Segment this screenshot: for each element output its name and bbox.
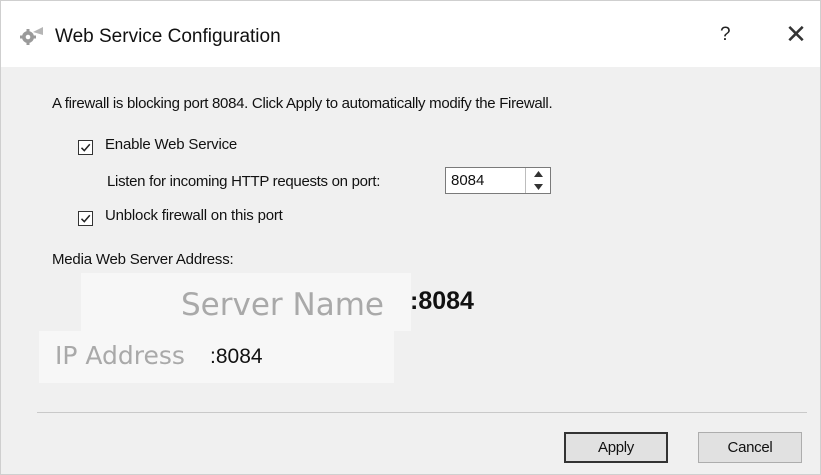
checkmark-icon bbox=[80, 214, 91, 223]
server-name-placeholder: Server Name bbox=[181, 287, 384, 323]
port-label: Listen for incoming HTTP requests on por… bbox=[107, 173, 381, 190]
arrow-up-icon bbox=[533, 171, 543, 177]
ip-address-placeholder: IP Address bbox=[55, 341, 185, 370]
checkmark-icon bbox=[80, 143, 91, 152]
stepper-up-button[interactable] bbox=[526, 168, 550, 180]
stepper-down-button[interactable] bbox=[526, 181, 550, 193]
help-button[interactable]: ? bbox=[720, 24, 731, 46]
enable-web-service-label[interactable]: Enable Web Service bbox=[105, 136, 237, 153]
port-stepper[interactable]: 8084 bbox=[445, 167, 551, 194]
server-address-label: Media Web Server Address: bbox=[52, 251, 234, 268]
port-input[interactable]: 8084 bbox=[451, 172, 484, 189]
apply-button[interactable]: Apply bbox=[564, 432, 668, 463]
unblock-firewall-checkbox[interactable] bbox=[78, 211, 93, 226]
cancel-button[interactable]: Cancel bbox=[698, 432, 802, 463]
gear-icon bbox=[19, 26, 45, 46]
arrow-down-icon bbox=[533, 184, 543, 190]
server-port: :8084 bbox=[410, 287, 474, 315]
ip-port: :8084 bbox=[210, 345, 263, 368]
firewall-warning-message: A firewall is blocking port 8084. Click … bbox=[52, 95, 553, 112]
title-bar: Web Service Configuration ? ✕ bbox=[1, 1, 820, 67]
close-button[interactable]: ✕ bbox=[781, 21, 811, 47]
divider bbox=[37, 412, 807, 413]
window-title: Web Service Configuration bbox=[55, 26, 281, 47]
enable-web-service-checkbox[interactable] bbox=[78, 140, 93, 155]
web-service-configuration-dialog: Web Service Configuration ? ✕ A firewall… bbox=[0, 0, 821, 475]
stepper-buttons bbox=[525, 168, 550, 193]
unblock-firewall-label[interactable]: Unblock firewall on this port bbox=[105, 207, 283, 224]
